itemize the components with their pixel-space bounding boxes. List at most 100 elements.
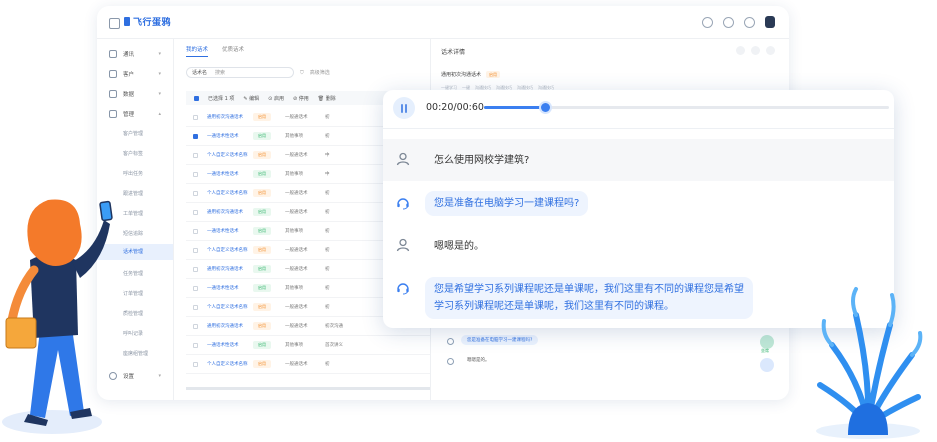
row-category: 初 [325,115,330,120]
delete-button[interactable]: 🗑 删除 [318,95,336,102]
prev-icon[interactable] [736,46,745,55]
row-checkbox[interactable] [193,323,198,329]
person-illustration [2,199,113,434]
row-checkbox[interactable] [193,171,198,177]
progress-track[interactable] [484,103,889,112]
sidebar-item-manage[interactable]: 管理 ▴ [109,110,161,118]
chevron-down-icon: ▾ [158,51,161,57]
headset-icon [397,198,409,210]
row-name[interactable]: 个人自定义话术名称 [207,152,253,158]
bell-icon[interactable] [744,16,755,28]
row-checkbox[interactable] [193,209,198,215]
close-icon[interactable] [766,46,775,55]
sidebar-subitem[interactable]: 客户管理 [123,130,143,137]
row-type: 一般通话术 [285,267,308,272]
detail-name-text: 通用初次沟通话术 [441,72,482,78]
phone-icon [99,200,113,222]
row-name[interactable]: 一通话术性话术 [207,285,253,291]
pause-icon [400,103,403,113]
row-checkbox[interactable] [193,342,198,348]
logo: 飞行蛋鸦 [124,15,171,28]
user-icon [396,152,410,166]
row-checkbox[interactable] [193,133,198,139]
progress-thumb[interactable] [540,103,550,112]
row-type: 一般通话术 [285,248,308,253]
row-name[interactable]: 个人自定义话术名称 [207,361,253,367]
row-category: 初 [325,229,330,234]
row-type: 其他事项 [285,172,303,177]
row-type: 一般通话术 [285,324,308,329]
status-badge: 启用 [253,113,271,121]
chat-button[interactable] [760,358,774,372]
next-icon[interactable] [751,46,760,55]
sidebar-item-call[interactable]: 通讯 ▾ [109,50,161,58]
row-name[interactable]: 通用初次沟通话术 [207,323,253,329]
row-name[interactable]: 通用初次沟通话术 [207,209,253,215]
sidebar-subitem[interactable]: 短信追踪 [123,230,143,237]
chevron-down-icon: ▾ [158,91,161,97]
tab-quality-scripts[interactable]: 优质话术 [222,45,244,57]
row-name[interactable]: 一通话术性话术 [207,342,253,348]
users-icon [109,70,117,78]
agent-icon [447,338,454,345]
filter-icon[interactable]: ⛉ [300,70,304,76]
pause-button[interactable] [393,97,415,119]
row-name[interactable]: 通用初次沟通话术 [207,266,253,272]
sidebar-item-customer[interactable]: 客户 ▾ [109,70,161,78]
message-customer: 怎么使用网校学建筑? [383,139,894,181]
advanced-filter-link[interactable]: 高级筛选 [310,69,330,76]
row-checkbox[interactable] [193,285,198,291]
sidebar-subitem[interactable]: 客户标签 [123,150,143,157]
sidebar-subitem[interactable]: 跟进管理 [123,190,143,197]
row-checkbox[interactable] [193,152,198,158]
agent-seat-button[interactable]: 坐席 [760,335,774,353]
sidebar-subitem[interactable]: 呼叫记录 [123,330,143,337]
row-name[interactable]: 个人自定义话术名称 [207,247,253,253]
sidebar-item-data[interactable]: 数据 ▾ [109,90,161,98]
status-badge: 启用 [253,360,271,368]
table-row[interactable]: 个人自定义话术名称 启用 一般通话术 初 [186,355,430,374]
row-type: 其他事项 [285,134,303,139]
select-all-checkbox[interactable] [194,95,199,101]
playback-time: 00:20/00:60 [426,102,484,113]
row-checkbox[interactable] [193,247,198,253]
row-name[interactable]: 个人自定义话术名称 [207,304,253,310]
search-icon[interactable] [702,16,713,28]
row-name[interactable]: 一通话术性话术 [207,228,253,234]
row-category: 初 [325,362,330,367]
enable-button[interactable]: ⊙ 启用 [268,95,284,102]
row-name[interactable]: 个人自定义话术名称 [207,190,253,196]
avatar[interactable] [765,16,775,28]
search-field-select[interactable]: 话术名 [192,69,207,76]
row-checkbox[interactable] [193,190,198,196]
customer-icon [447,358,454,365]
tab-bar: 我的话术 优质话术 [186,45,244,57]
row-name[interactable]: 通用初次沟通话术 [207,114,253,120]
sidebar-subitem[interactable]: 任务管理 [123,270,143,277]
sidebar-subitem[interactable]: 座席组管理 [123,350,148,357]
search-input[interactable]: 话术名 搜索 [186,67,294,78]
edit-button[interactable]: ✎ 编辑 [243,95,259,102]
sidebar-subitem[interactable]: 订单管理 [123,290,143,297]
row-category: 初 [325,191,330,196]
sidebar-subitem[interactable]: 工单管理 [123,210,143,217]
chevron-down-icon: ▾ [158,71,161,77]
row-checkbox[interactable] [193,228,198,234]
row-name[interactable]: 一通话术性话术 [207,171,253,177]
sidebar-subitem[interactable]: 呼出任务 [123,170,143,177]
app-grid-icon[interactable] [109,18,120,29]
disable-button[interactable]: ⊘ 停用 [293,95,309,102]
row-checkbox[interactable] [193,114,198,120]
row-checkbox[interactable] [193,361,198,367]
status-badge: 启用 [253,265,271,273]
table-row[interactable]: 一通话术性话术 启用 其他事项 首次讲义 [186,336,430,355]
row-category: 初次沟通 [325,324,343,329]
horizontal-scrollbar[interactable] [186,387,430,390]
row-checkbox[interactable] [193,304,198,310]
row-checkbox[interactable] [193,266,198,272]
share-icon[interactable] [723,16,734,28]
tab-my-scripts[interactable]: 我的话术 [186,45,209,57]
progress-fill [484,106,545,109]
sidebar-subitem[interactable]: 质检管理 [123,310,143,317]
row-name[interactable]: 一通话术性话术 [207,133,253,139]
